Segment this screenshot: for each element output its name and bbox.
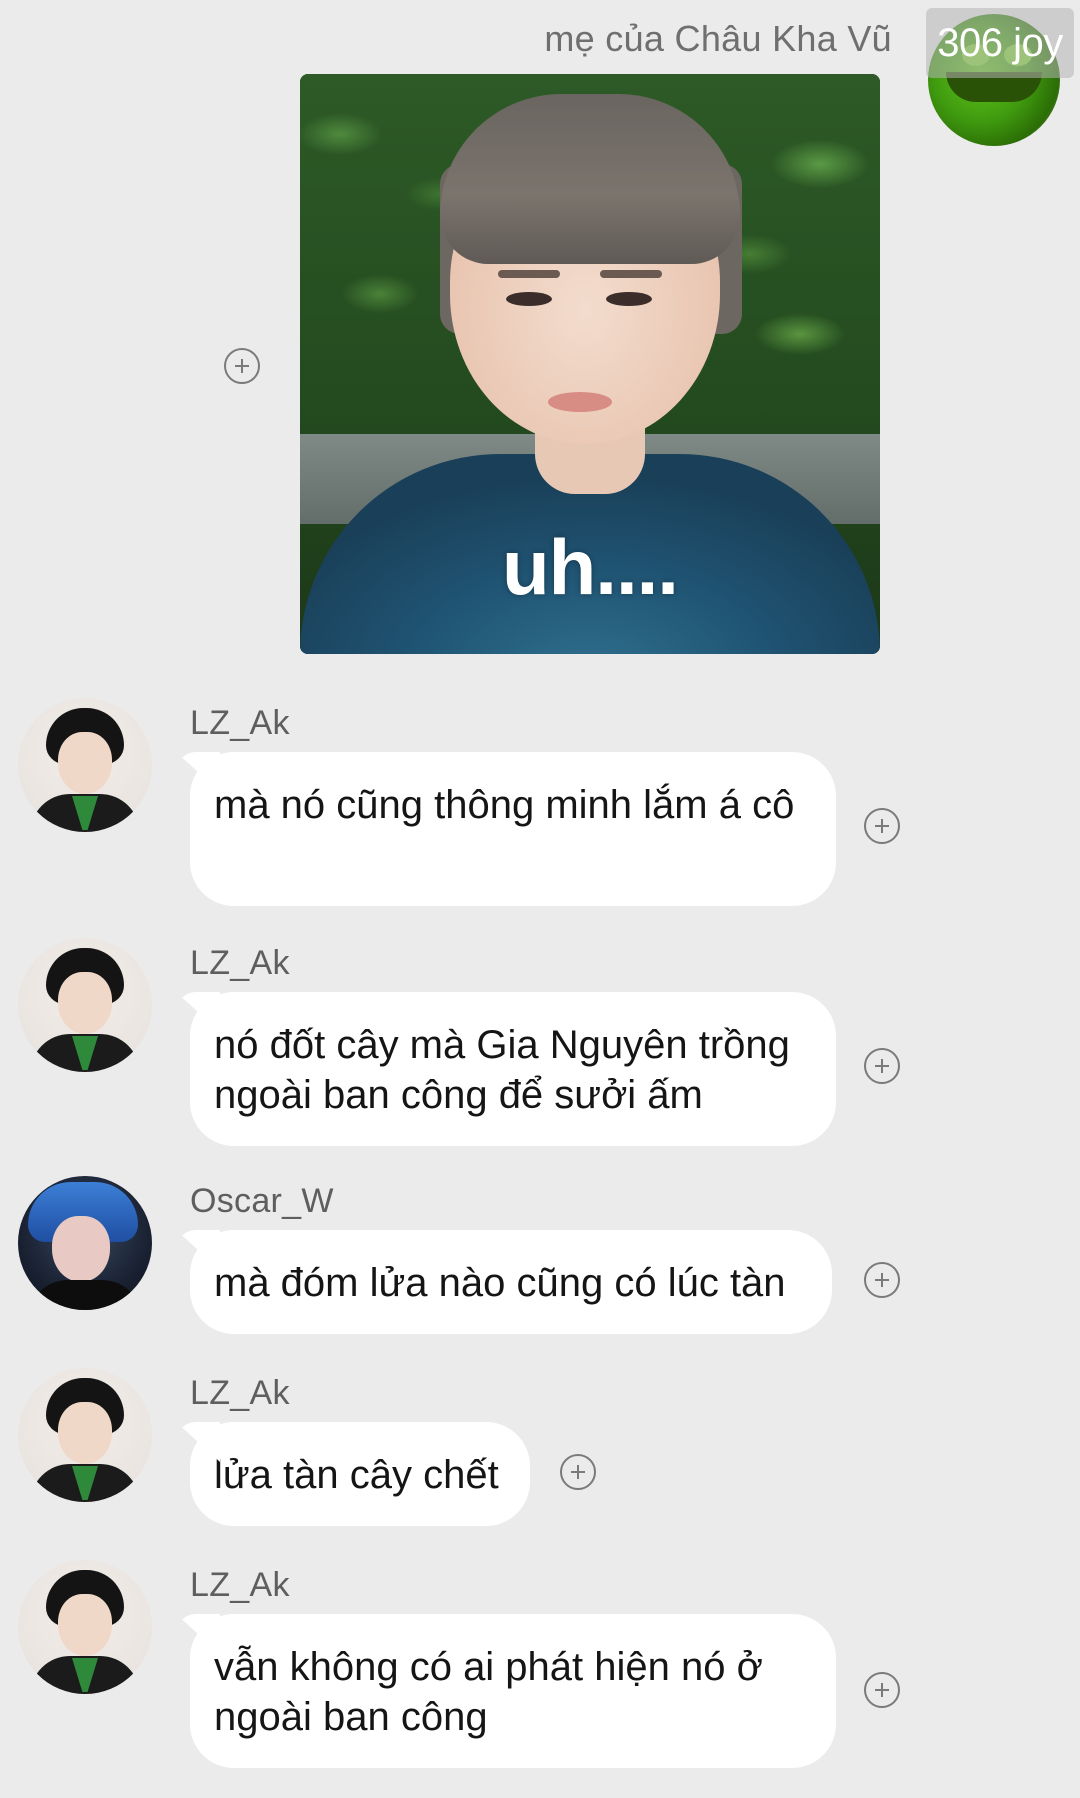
meme-image[interactable]: uh.... [300, 74, 880, 654]
plus-circle-icon [875, 1273, 889, 1287]
avatar-body [28, 1280, 142, 1310]
add-reaction-button[interactable] [864, 1262, 900, 1298]
sender-name: LZ_Ak [190, 704, 290, 742]
sender-avatar[interactable] [18, 698, 152, 832]
sender-name: LZ_Ak [190, 1566, 290, 1604]
add-reaction-button[interactable] [864, 1672, 900, 1708]
plus-circle-icon [875, 1059, 889, 1073]
chat-view: mẹ của Châu Kha Vũ 306 joy uh.... LZ_Ak … [0, 0, 1080, 1798]
message-bubble[interactable]: mà đóm lửa nào cũng có lúc tàn [190, 1230, 832, 1334]
plus-circle-icon [875, 1683, 889, 1697]
avatar-face [52, 1216, 110, 1282]
meme-caption: uh.... [502, 523, 679, 611]
avatar-face [58, 972, 112, 1034]
plus-circle-icon [571, 1465, 585, 1479]
watermark-badge: 306 joy [926, 8, 1074, 78]
sender-name: LZ_Ak [190, 1374, 290, 1412]
image-brow [498, 270, 560, 278]
message-bubble[interactable]: mà nó cũng thông minh lắm á cô [190, 752, 836, 906]
sender-name: LZ_Ak [190, 944, 290, 982]
add-reaction-button[interactable] [864, 1048, 900, 1084]
add-reaction-button[interactable] [864, 808, 900, 844]
add-reaction-button[interactable] [560, 1454, 596, 1490]
sender-avatar[interactable] [18, 938, 152, 1072]
add-reaction-button[interactable] [224, 348, 260, 384]
image-brow [600, 270, 662, 278]
sender-name: Oscar_W [190, 1182, 334, 1220]
sender-avatar[interactable] [18, 1176, 152, 1310]
image-eye [606, 292, 652, 306]
image-lips [548, 392, 612, 412]
plus-circle-icon [235, 359, 249, 373]
message-bubble[interactable]: nó đốt cây mà Gia Nguyên trồng ngoài ban… [190, 992, 836, 1146]
plus-circle-icon [875, 819, 889, 833]
avatar-face [58, 732, 112, 794]
sender-avatar[interactable] [18, 1560, 152, 1694]
image-eye [506, 292, 552, 306]
avatar-face [58, 1402, 112, 1464]
message-bubble[interactable]: vẫn không có ai phát hiện nó ở ngoài ban… [190, 1614, 836, 1768]
message-bubble[interactable]: lửa tàn cây chết [190, 1422, 530, 1526]
outgoing-sender-name: mẹ của Châu Kha Vũ [544, 18, 892, 59]
sender-avatar[interactable] [18, 1368, 152, 1502]
avatar-face [58, 1594, 112, 1656]
